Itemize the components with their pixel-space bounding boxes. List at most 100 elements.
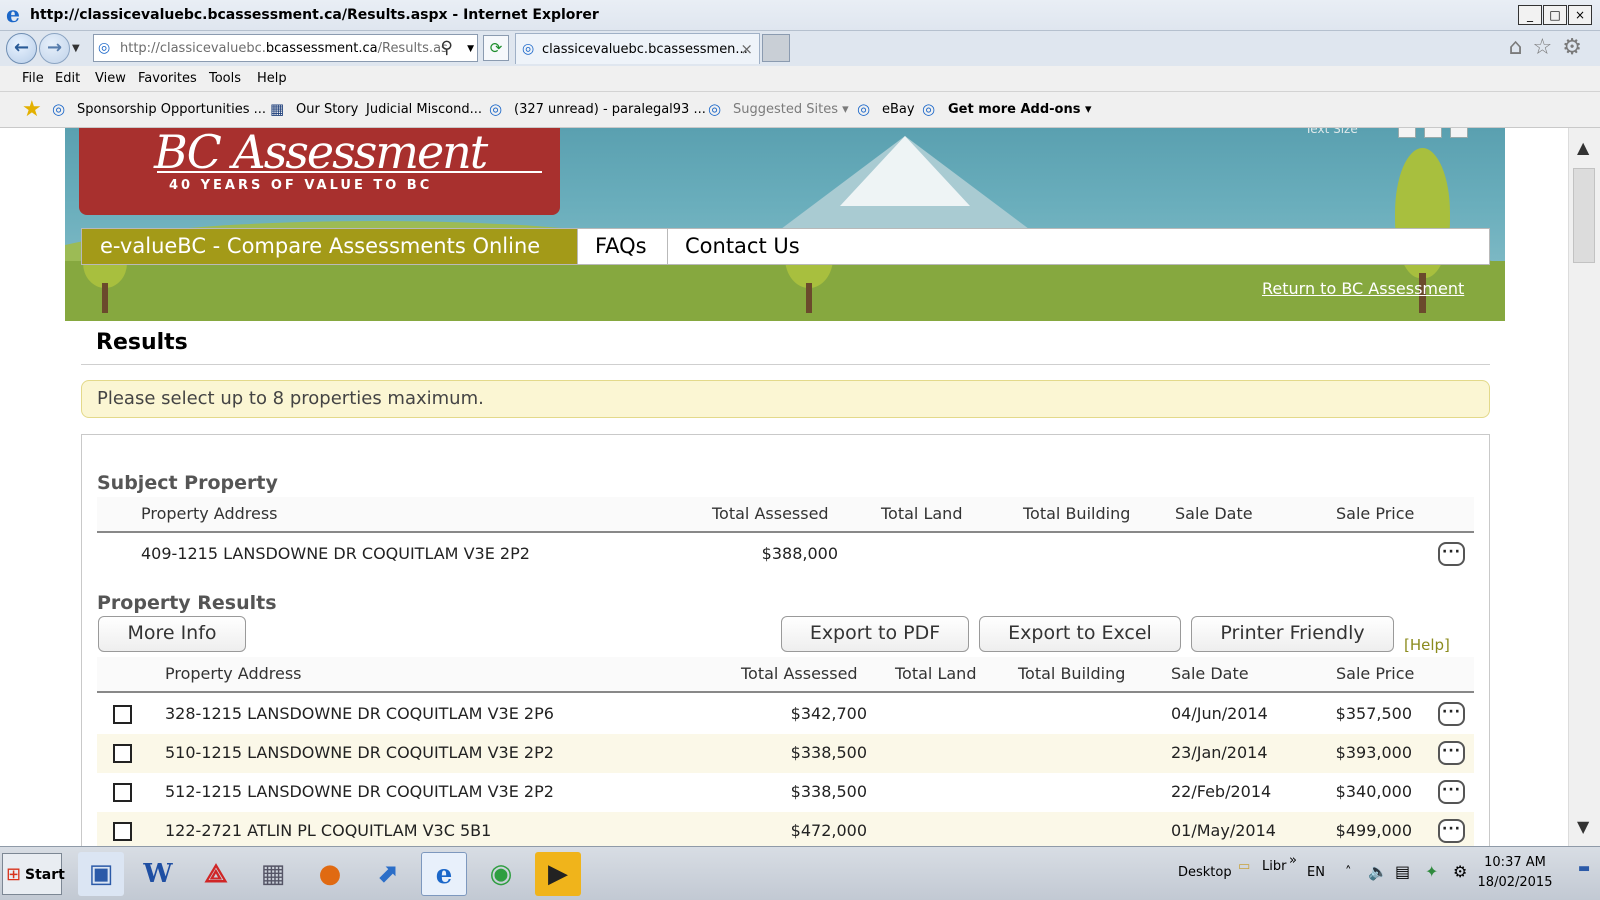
- more-options-button[interactable]: ···: [1438, 542, 1465, 566]
- chrome-icon[interactable]: ◉: [478, 852, 524, 896]
- logo-tagline: 40 YEARS OF VALUE TO BC: [169, 178, 433, 193]
- folder-icon: ▭: [1238, 859, 1251, 874]
- row-sale-price: $357,500: [1335, 704, 1412, 723]
- more-info-button[interactable]: More Info: [98, 616, 246, 652]
- scroll-down-icon[interactable]: ▼: [1577, 817, 1589, 836]
- menu-file[interactable]: File: [22, 71, 44, 86]
- select-checkbox[interactable]: [113, 705, 132, 724]
- window-title: http://classicevaluebc.bcassessment.ca/R…: [30, 7, 599, 23]
- new-tab-button[interactable]: [762, 34, 790, 62]
- menu-help[interactable]: Help: [257, 71, 287, 86]
- app-icon[interactable]: ⬈: [364, 852, 410, 896]
- text-size-medium-button[interactable]: [1424, 128, 1442, 138]
- maximize-button[interactable]: □: [1543, 5, 1567, 25]
- more-options-button[interactable]: ···: [1438, 741, 1465, 765]
- favorite-link[interactable]: Our Story: [296, 102, 358, 117]
- more-options-button[interactable]: ···: [1438, 702, 1465, 726]
- nav-item-contact-us[interactable]: Contact Us: [685, 229, 800, 264]
- text-size-large-button[interactable]: [1450, 128, 1468, 138]
- favorite-link[interactable]: (327 unread) - paralegal93 ...: [514, 102, 706, 117]
- column-header-total-land: Total Land: [895, 664, 977, 683]
- more-options-button[interactable]: ···: [1438, 780, 1465, 804]
- row-total-assessed: $342,700: [790, 704, 867, 723]
- menu-edit[interactable]: Edit: [55, 71, 80, 86]
- page-icon: ◎: [857, 100, 871, 118]
- firefox-icon[interactable]: ●: [307, 852, 353, 896]
- printer-friendly-button[interactable]: Printer Friendly: [1191, 616, 1394, 652]
- menu-favorites[interactable]: Favorites: [138, 71, 197, 86]
- close-tab-icon[interactable]: ×: [740, 40, 753, 58]
- row-address: 510-1215 LANSDOWNE DR COQUITLAM V3E 2P2: [165, 743, 554, 762]
- forward-button[interactable]: →: [39, 33, 70, 64]
- logo-rule: [157, 171, 542, 173]
- calculator-icon[interactable]: ▦: [250, 852, 296, 896]
- return-to-bc-assessment-link[interactable]: Return to BC Assessment: [1262, 279, 1464, 298]
- windows-explorer-icon[interactable]: ▣: [78, 852, 124, 896]
- acrobat-icon[interactable]: ⟁: [193, 852, 239, 896]
- system-clock[interactable]: 10:37 AM 18/02/2015: [1470, 853, 1560, 893]
- favorites-star-icon[interactable]: ★: [22, 97, 42, 122]
- table-row: 122-2721 ATLIN PL COQUITLAM V3C 5B1 $472…: [97, 812, 1474, 846]
- minimize-button[interactable]: _: [1518, 5, 1542, 25]
- favorite-link[interactable]: eBay: [882, 102, 915, 117]
- libraries-label[interactable]: Libr: [1262, 859, 1286, 874]
- text-size-small-button[interactable]: [1398, 128, 1416, 138]
- page-icon: ◎: [922, 100, 936, 118]
- vertical-scrollbar[interactable]: ▲ ▼: [1568, 128, 1600, 846]
- column-header-address: Property Address: [165, 664, 302, 683]
- start-button[interactable]: ⊞ Start: [2, 853, 65, 895]
- history-dropdown-icon[interactable]: ▼: [72, 43, 80, 54]
- browser-tab[interactable]: ◎ classicevaluebc.bcassessmen... ×: [515, 33, 760, 64]
- column-header-sale-date: Sale Date: [1171, 664, 1249, 683]
- scroll-up-icon[interactable]: ▲: [1577, 138, 1589, 157]
- get-addons-link[interactable]: Get more Add-ons ▾: [948, 102, 1092, 117]
- clock-time: 10:37 AM: [1484, 855, 1546, 870]
- row-address: 328-1215 LANSDOWNE DR COQUITLAM V3E 2P6: [165, 704, 554, 723]
- menu-tools[interactable]: Tools: [209, 71, 241, 86]
- favorite-link[interactable]: Judicial Miscond...: [366, 102, 482, 117]
- scroll-thumb[interactable]: [1573, 168, 1595, 263]
- help-link[interactable]: [Help]: [1404, 636, 1450, 654]
- menu-view[interactable]: View: [95, 71, 126, 86]
- home-icon[interactable]: ⌂: [1509, 35, 1523, 60]
- more-options-button[interactable]: ···: [1438, 819, 1465, 843]
- address-input[interactable]: ◎ http://classicevaluebc.bcassessment.ca…: [93, 34, 478, 62]
- toolbar-chevron-icon[interactable]: »: [1289, 853, 1297, 868]
- favorites-star-icon[interactable]: ☆: [1533, 35, 1553, 60]
- export-pdf-button[interactable]: Export to PDF: [781, 616, 969, 652]
- select-checkbox[interactable]: [113, 744, 132, 763]
- page-icon: ◎: [98, 40, 111, 56]
- browser-tool-icons: ⌂ ☆ ⚙: [1509, 35, 1582, 60]
- nav-item-faqs[interactable]: FAQs: [595, 229, 647, 264]
- export-excel-button[interactable]: Export to Excel: [979, 616, 1181, 652]
- volume-icon[interactable]: 🔈: [1368, 862, 1388, 881]
- text-size-label: Text Size: [1305, 128, 1358, 136]
- back-button[interactable]: ←: [6, 33, 37, 64]
- row-total-assessed: $338,500: [790, 782, 867, 801]
- show-hidden-icons-icon[interactable]: ˄: [1345, 865, 1352, 880]
- search-icon[interactable]: ⚲: [441, 38, 453, 58]
- selection-notice: Please select up to 8 properties maximum…: [81, 380, 1490, 418]
- desktop-toolbar-label[interactable]: Desktop: [1178, 865, 1232, 880]
- bc-assessment-logo[interactable]: BC Assessment 40 YEARS OF VALUE TO BC: [79, 128, 560, 215]
- favorite-link[interactable]: Sponsorship Opportunities ...: [77, 102, 266, 117]
- show-desktop-icon[interactable]: ▬: [1578, 861, 1590, 876]
- internet-explorer-icon[interactable]: e: [421, 852, 467, 896]
- language-indicator[interactable]: EN: [1307, 865, 1325, 880]
- internet-explorer-icon: e: [6, 2, 20, 28]
- close-window-button[interactable]: ×: [1568, 5, 1592, 25]
- gear-icon[interactable]: ⚙: [1562, 35, 1582, 60]
- refresh-button[interactable]: ⟳: [483, 35, 509, 61]
- sync-icon[interactable]: ✦: [1425, 862, 1438, 881]
- suggested-sites-link[interactable]: Suggested Sites ▾: [733, 102, 849, 117]
- select-checkbox[interactable]: [113, 783, 132, 802]
- network-icon[interactable]: ▤: [1395, 862, 1410, 881]
- grid-icon: ▦: [270, 100, 285, 118]
- chevron-down-icon[interactable]: ▼: [467, 44, 474, 54]
- word-icon[interactable]: W: [135, 852, 181, 896]
- select-checkbox[interactable]: [113, 822, 132, 841]
- media-player-icon[interactable]: ▶: [535, 852, 581, 896]
- nav-item-evaluebc[interactable]: e-valueBC - Compare Assessments Online: [82, 229, 577, 264]
- tab-label: classicevaluebc.bcassessmen...: [542, 42, 748, 57]
- action-center-icon[interactable]: ⚙: [1453, 862, 1467, 881]
